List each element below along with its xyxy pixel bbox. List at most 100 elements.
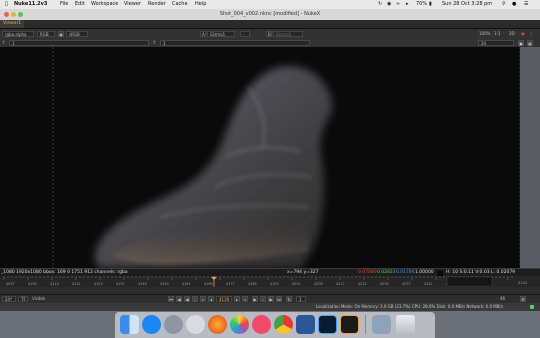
step-back-icon[interactable]: ‹ bbox=[192, 296, 198, 302]
timeline-tick-label: 4209 bbox=[314, 282, 323, 286]
timeline-tick-label: 4237 bbox=[402, 282, 411, 286]
range-box[interactable] bbox=[446, 276, 493, 287]
menu-viewer[interactable]: Viewer bbox=[124, 0, 141, 9]
menu-render[interactable]: Render bbox=[148, 0, 166, 9]
colorspace-dropdown[interactable]: RGB bbox=[37, 30, 55, 37]
roi-icon[interactable]: ▣ bbox=[518, 39, 524, 46]
launchpad-icon[interactable] bbox=[164, 315, 183, 334]
step-back-increment-icon[interactable]: « bbox=[200, 296, 206, 302]
apple-icon[interactable]:  bbox=[5, 0, 8, 9]
play-backward-icon[interactable]: ◀ bbox=[184, 296, 190, 302]
go-to-end-icon[interactable]: ⏭ bbox=[276, 296, 282, 302]
window-title: Shot_004_v002.nknc [modified] - NukeX bbox=[219, 11, 321, 17]
timeline-tick-label: 4105 bbox=[28, 282, 37, 286]
prev-frame-icon[interactable]: ◂ bbox=[208, 296, 214, 302]
play-forward-icon[interactable]: ▶ bbox=[252, 296, 258, 302]
wipe-mode-dropdown[interactable]: - bbox=[240, 30, 250, 37]
timeline-tick-label: 4201 bbox=[292, 282, 301, 286]
more-options-icon[interactable]: ⋮ bbox=[528, 31, 534, 37]
timeline-tick-label: 4177 bbox=[226, 282, 235, 286]
timeline-tick-label: 4145 bbox=[138, 282, 147, 286]
input-b-label[interactable]: B bbox=[266, 30, 272, 37]
step-forward-increment-icon[interactable]: » bbox=[242, 296, 248, 302]
timeline-tick-label: 4161 bbox=[182, 282, 191, 286]
channels-dropdown[interactable]: rgba.alpha bbox=[2, 30, 34, 37]
step-increment-field[interactable]: 1 bbox=[296, 296, 306, 302]
frame-field[interactable]: 20 bbox=[478, 39, 514, 46]
status-text: Localization Mode: On Memory: 3.0 GB (23… bbox=[316, 304, 503, 309]
prev-keyframe-icon[interactable]: ◀ bbox=[176, 296, 182, 302]
menu-workspace[interactable]: Workspace bbox=[91, 0, 118, 9]
range-mode-dropdown[interactable]: Visible bbox=[30, 296, 52, 302]
next-frame-icon[interactable]: ▸ bbox=[234, 296, 240, 302]
input-b-dropdown[interactable]: Gizmo1 bbox=[273, 30, 303, 37]
current-frame-field[interactable]: 4139 bbox=[216, 296, 232, 302]
status-bar: Localization Mode: On Memory: 3.0 GB (23… bbox=[0, 303, 540, 311]
timeline-tick-label: 4233 bbox=[380, 282, 389, 286]
lut-toggle-icon[interactable]: ◉ bbox=[58, 30, 64, 37]
go-to-start-icon[interactable]: ⏮ bbox=[168, 296, 174, 302]
firefox-icon[interactable] bbox=[208, 315, 227, 334]
clipping-icon[interactable]: ▦ bbox=[527, 39, 533, 46]
status-indicator-icon bbox=[530, 305, 534, 309]
notification-center-icon[interactable]: ☰ bbox=[524, 0, 528, 9]
finder-icon[interactable] bbox=[120, 315, 139, 334]
timeline-tick-label: 4193 bbox=[270, 282, 279, 286]
input-a-dropdown[interactable]: Gizmo1 bbox=[207, 30, 235, 37]
timeline-tick-label: 4129 bbox=[94, 282, 103, 286]
timeline-tick-label: 4137 bbox=[116, 282, 125, 286]
gain-slider[interactable]: 1 bbox=[9, 39, 149, 46]
timeline-settings-icon[interactable]: ⚙ bbox=[520, 296, 526, 302]
menu-file[interactable]: File bbox=[60, 0, 68, 9]
photoshop-icon[interactable] bbox=[318, 315, 337, 334]
step-forward-icon[interactable]: › bbox=[260, 296, 266, 302]
clock[interactable]: Sun 28 Oct 3:28 pm bbox=[442, 0, 492, 9]
range-end-field[interactable]: 46 bbox=[498, 296, 512, 302]
rocket-icon[interactable] bbox=[186, 315, 205, 334]
siri-icon[interactable]: ● bbox=[512, 0, 516, 9]
mac-dock bbox=[115, 312, 435, 338]
menu-cache[interactable]: Cache bbox=[172, 0, 188, 9]
zoom-dropdown[interactable]: 100% bbox=[477, 31, 491, 37]
tab-viewer1[interactable]: Viewer1 bbox=[0, 20, 25, 28]
fps-dropdown[interactable]: 24* bbox=[2, 296, 16, 302]
timeline[interactable]: 4097 4105 4113 4121 4129 4137 4145 4153 4161 4169… bbox=[0, 276, 540, 294]
battery-percent[interactable]: 70% bbox=[416, 0, 427, 9]
viewer-image bbox=[0, 47, 520, 268]
right-panel-strip bbox=[520, 47, 540, 268]
sync-icon[interactable]: ↻ bbox=[378, 0, 382, 9]
timeline-tick-label: 4113 bbox=[50, 282, 59, 286]
wifi-icon[interactable]: ≈ bbox=[396, 0, 400, 9]
gamma-slider[interactable]: 1 bbox=[160, 39, 310, 46]
proxy-ratio-dropdown[interactable]: 1:1 bbox=[492, 31, 504, 37]
cache-icon[interactable]: ● bbox=[520, 31, 526, 37]
viewer-canvas[interactable] bbox=[0, 47, 520, 268]
photos-icon[interactable] bbox=[230, 315, 249, 334]
view-mode-dropdown[interactable]: 2D bbox=[507, 31, 517, 37]
spotlight-icon[interactable]: ⚲ bbox=[502, 0, 506, 9]
mac-menu-bar:  Nuke11.2v3 File Edit Workspace Viewer … bbox=[0, 0, 540, 9]
itunes-icon[interactable] bbox=[252, 315, 271, 334]
gain-label: f bbox=[3, 39, 5, 45]
eye-icon[interactable]: ◉ bbox=[387, 0, 391, 9]
timeline-end-frame: 4152 bbox=[518, 281, 527, 285]
gamma-label: Y bbox=[153, 39, 156, 45]
timeframe-dropdown[interactable]: TF bbox=[18, 296, 28, 302]
battery-icon[interactable]: ▮ bbox=[429, 0, 432, 9]
menu-help[interactable]: Help bbox=[195, 0, 206, 9]
safari-icon[interactable] bbox=[142, 315, 161, 334]
input-a-label[interactable]: A bbox=[200, 30, 206, 37]
preview-icon[interactable] bbox=[372, 315, 391, 334]
timeline-tick-label: 4225 bbox=[358, 282, 367, 286]
menu-edit[interactable]: Edit bbox=[75, 0, 85, 9]
volume-icon[interactable]: ▸ bbox=[406, 0, 409, 9]
nuke-icon[interactable] bbox=[340, 315, 359, 334]
loop-icon[interactable]: ↻ bbox=[286, 296, 292, 302]
trash-icon[interactable] bbox=[396, 315, 415, 334]
timeline-ruler[interactable]: 4097 4105 4113 4121 4129 4137 4145 4153 4161 4169… bbox=[0, 276, 540, 294]
word-icon[interactable] bbox=[296, 315, 315, 334]
lut-dropdown[interactable]: sRGB bbox=[66, 30, 88, 37]
next-keyframe-icon[interactable]: ▶ bbox=[268, 296, 274, 302]
menu-app-name[interactable]: Nuke11.2v3 bbox=[14, 0, 47, 9]
chrome-icon[interactable] bbox=[274, 315, 293, 334]
